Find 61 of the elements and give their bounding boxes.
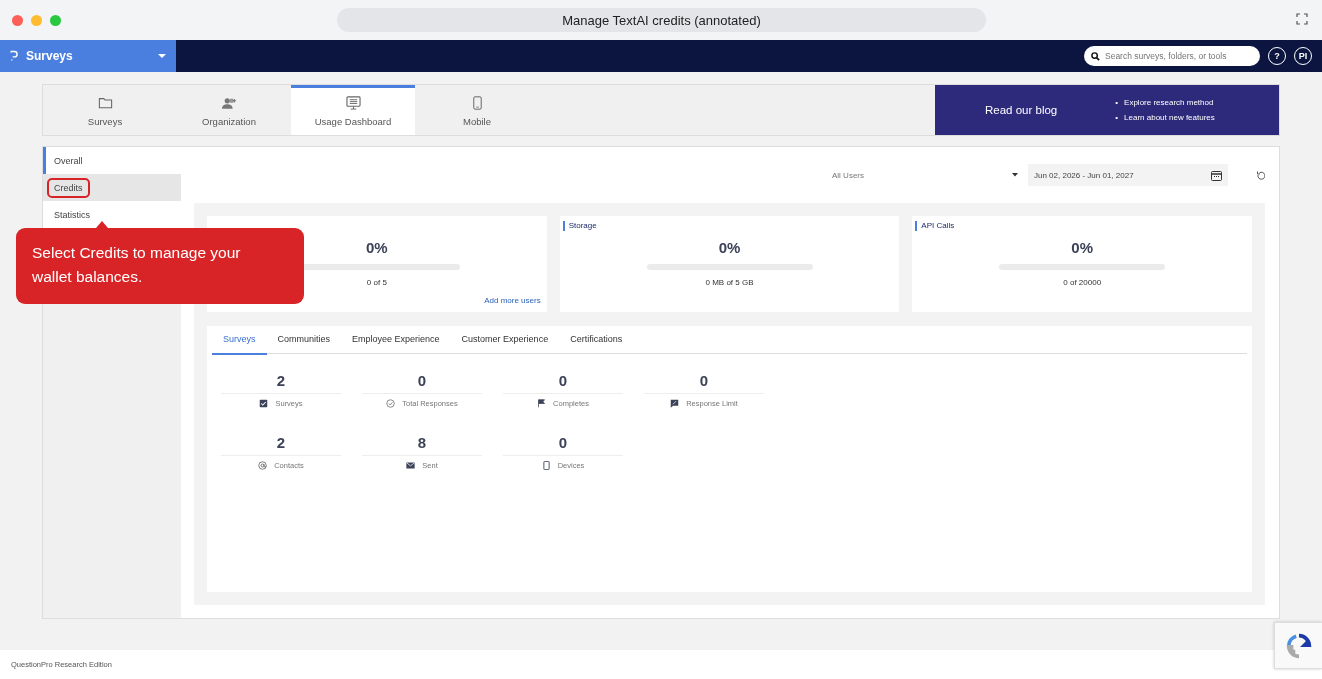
product-tab[interactable]: Certifications [559,326,634,355]
nav-tab[interactable]: Mobile [415,85,539,135]
product-tab[interactable]: Customer Experience [450,326,560,355]
search-field[interactable]: Search surveys, folders, or tools [1084,46,1260,66]
card-title: API Calls [915,221,955,231]
minimize-icon[interactable] [31,14,42,26]
bullet: • [1115,97,1119,108]
envelope-icon [406,461,416,470]
bullet: • [1115,112,1119,123]
fullscreen-icon[interactable] [1296,13,1308,25]
nav-tab[interactable]: Surveys [43,85,167,135]
at-sign-icon [258,461,268,470]
stat-value: 8 [362,434,482,456]
stat-value: 0 [503,372,623,394]
stat-value: 2 [221,372,341,394]
product-tab[interactable]: Surveys [212,326,267,355]
stat-value: 0 [503,434,623,456]
folder-icon [97,96,113,110]
banner-title: Read our blog [985,104,1058,116]
sidebar-item[interactable]: Statistics [43,201,181,228]
maximize-icon[interactable] [50,14,61,26]
stat-value: 0 [362,372,482,394]
add-users-link[interactable]: Add more users [484,296,541,305]
banner-point: Learn about new features [1124,112,1215,123]
checkbox-icon [259,399,269,408]
usage-detail: 0 of 20000 [1063,278,1102,287]
usage-detail: 0 MB of 5 GB [705,278,754,287]
user-dropdown[interactable]: All Users [828,170,1018,180]
calendar-icon [1211,169,1222,181]
user-add-icon [221,96,237,110]
stat-value: 0 [644,372,764,394]
product-tab[interactable]: Employee Experience [341,326,451,355]
usage-percent: 0% [1071,239,1093,256]
annotation-tooltip: Select Credits to manage your wallet balances. [16,228,304,304]
stat-value: 2 [221,434,341,456]
caret-icon [1012,173,1018,177]
usage-percent: 0% [366,239,388,256]
blog-banner[interactable]: Read our blog • Explore research method • Learn about new features [935,85,1279,135]
card-title: Storage [562,221,597,231]
recaptcha-icon [1284,631,1313,660]
window-title: Manage TextAI credits (annotated) [562,12,761,28]
refresh-icon[interactable] [1256,170,1265,180]
nav-tab[interactable]: Usage Dashboard [291,85,415,135]
flag-icon [537,399,547,408]
sidebar-item[interactable]: Overall [43,147,181,174]
product-tab[interactable]: Communities [266,326,342,355]
nav-tab[interactable]: Organization [167,85,291,135]
sidebar-item[interactable]: Credits [43,174,181,201]
date-range-field[interactable]: Jun 02, 2026 - Jun 01, 2027 [1028,164,1228,186]
close-icon[interactable] [12,14,23,26]
usage-percent: 0% [718,239,741,256]
check-circle-icon [386,399,396,408]
caret-icon [158,54,166,58]
product-switcher[interactable]: Surveys [0,40,176,72]
search-icon [1091,51,1100,61]
usage-detail: 0 of 5 [366,278,387,287]
banner-point: Explore research method [1124,97,1214,108]
tooltip-pointer [96,221,108,228]
feedback-icon [670,399,680,408]
mobile-phone-icon [541,461,551,470]
monitor-icon [345,96,361,110]
